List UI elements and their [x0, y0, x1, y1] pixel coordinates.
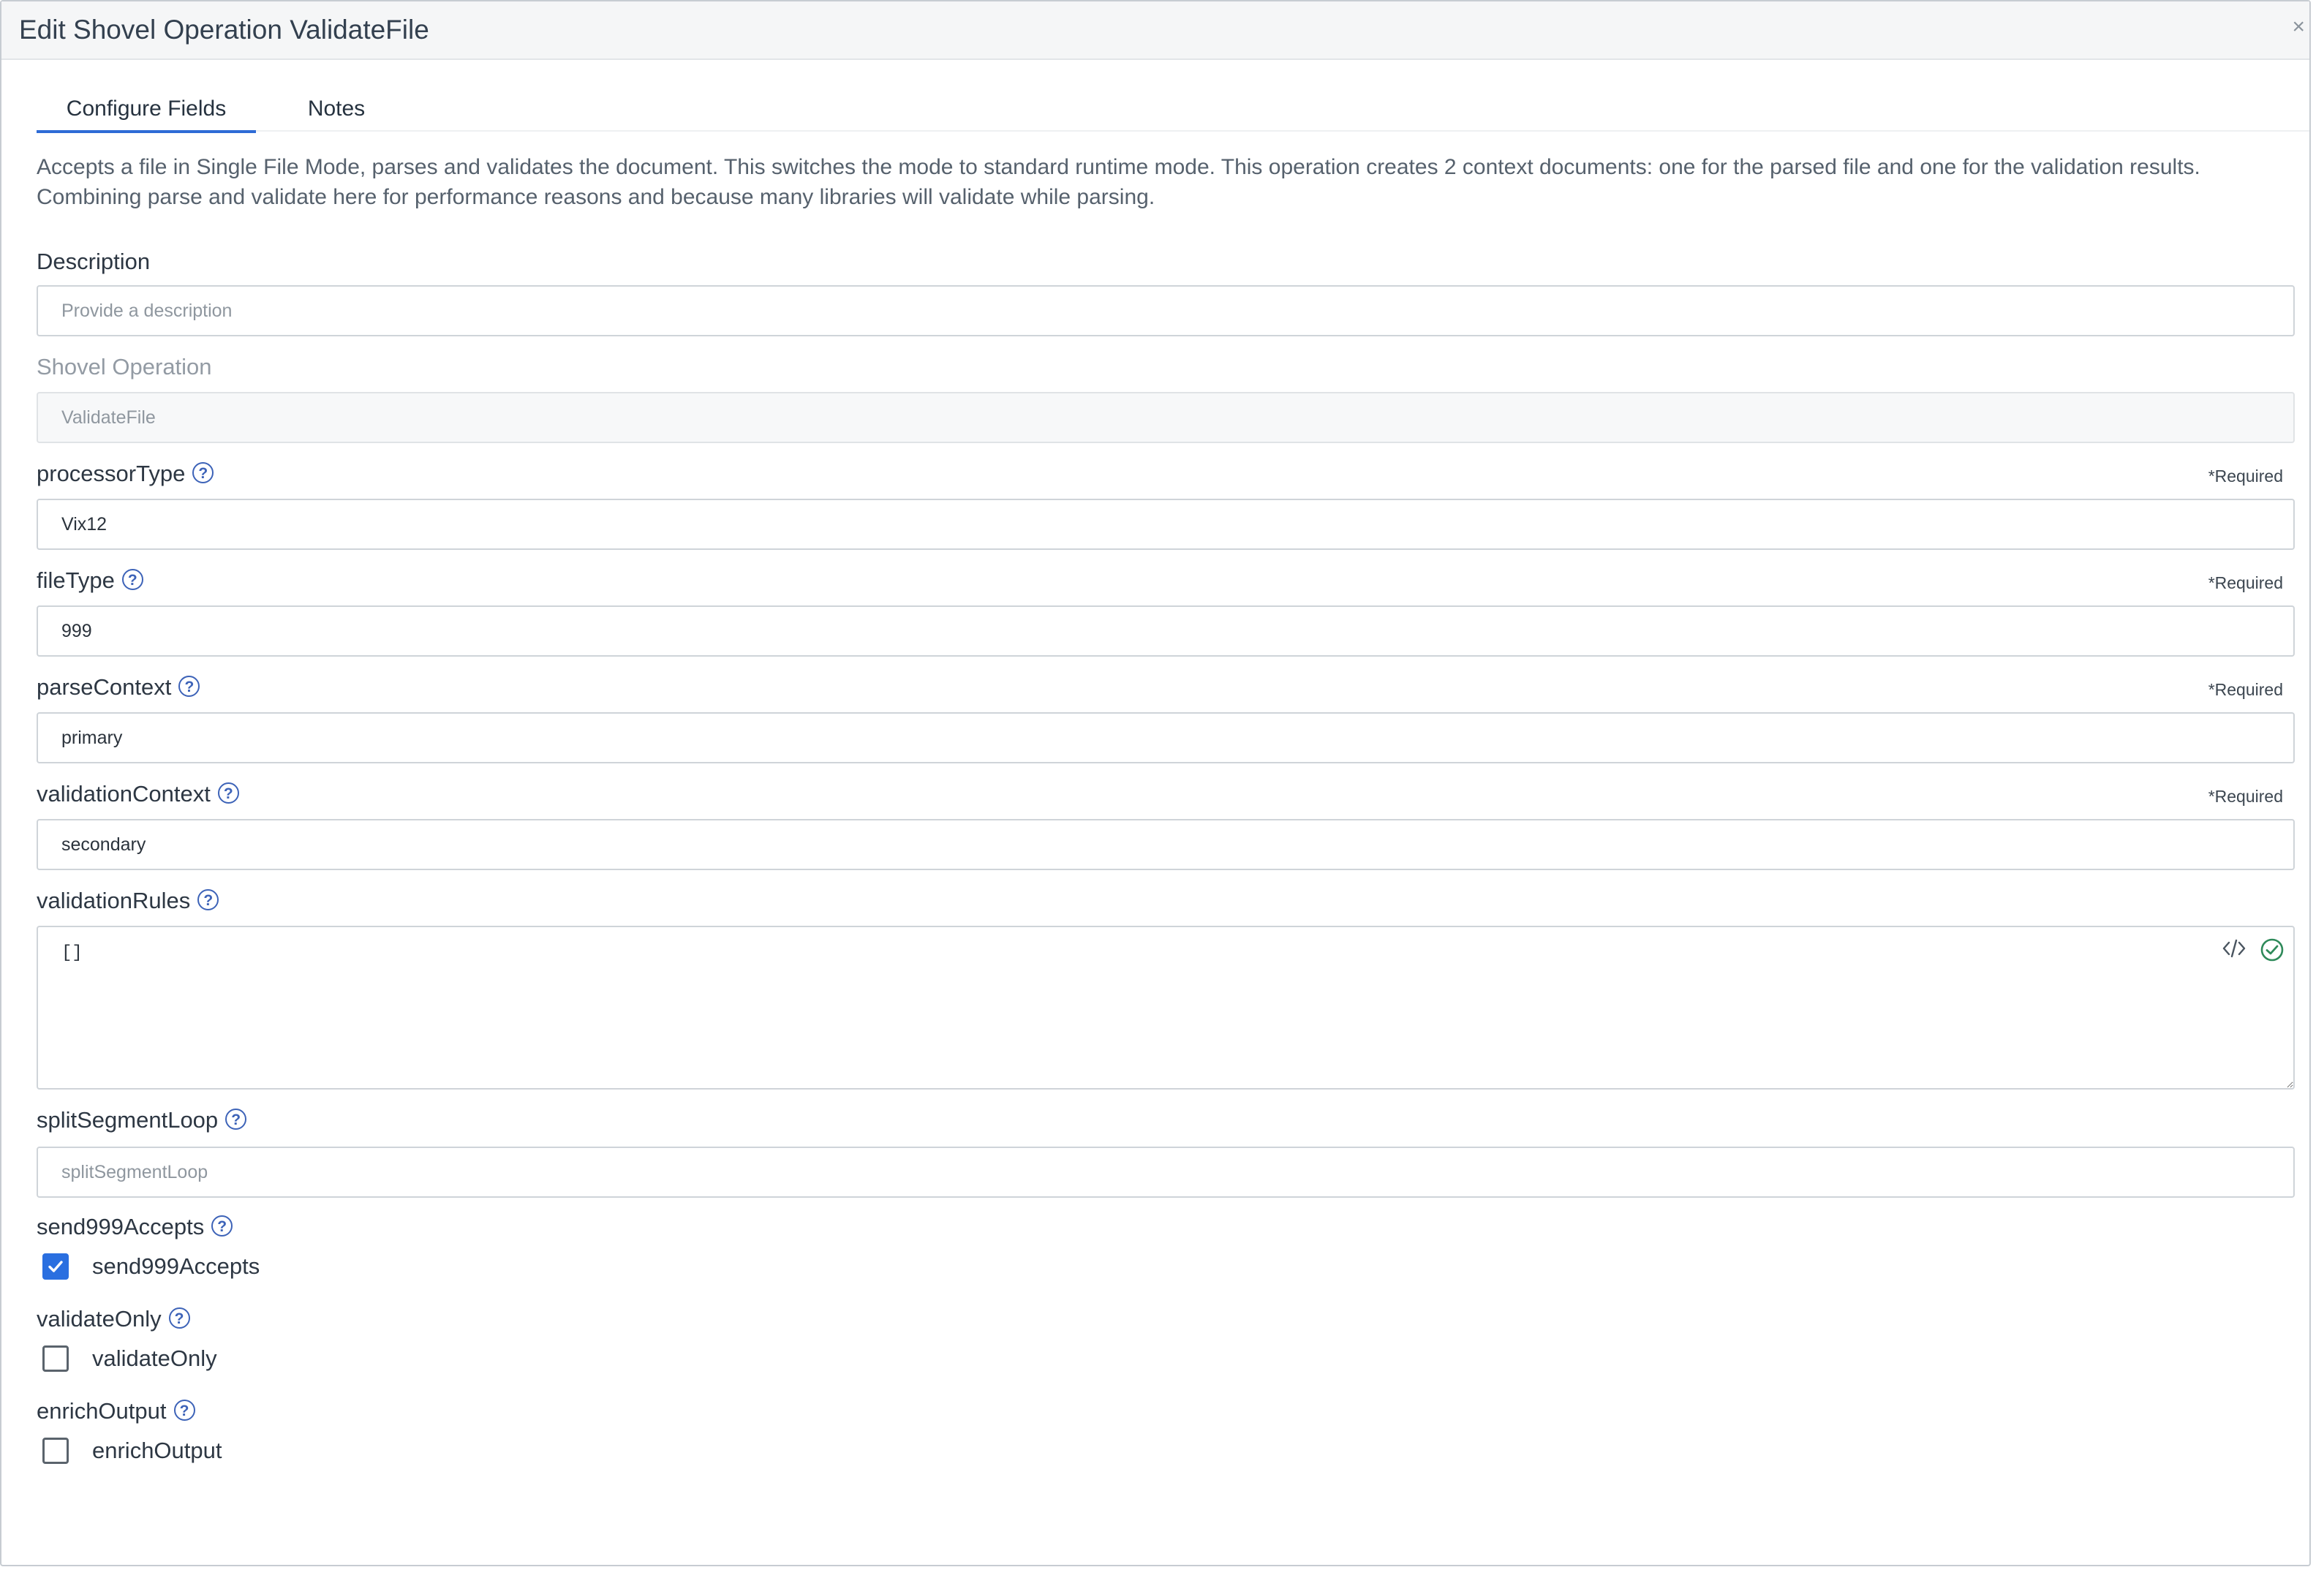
file-type-label-text: fileType	[37, 567, 115, 593]
edit-shovel-operation-dialog: Edit Shovel Operation ValidateFile × Con…	[0, 0, 2311, 1566]
validate-only-checkbox[interactable]	[42, 1345, 69, 1372]
help-icon[interactable]: ?	[197, 889, 219, 910]
validation-context-label: validationContext?	[37, 779, 239, 809]
split-segment-loop-label-text: splitSegmentLoop	[37, 1107, 219, 1133]
enrich-output-label: enrichOutput?	[37, 1397, 195, 1426]
validate-only-label-text: validateOnly	[37, 1306, 162, 1332]
send999accepts-label: send999Accepts?	[37, 1212, 233, 1242]
validate-only-label: validateOnly?	[37, 1305, 190, 1334]
description-input[interactable]	[37, 285, 2295, 336]
help-icon[interactable]: ?	[121, 569, 143, 590]
enrich-output-checkbox[interactable]	[42, 1438, 69, 1464]
parse-context-input[interactable]	[37, 712, 2295, 763]
help-icon[interactable]: ?	[217, 782, 239, 804]
shovel-operation-input	[37, 392, 2295, 443]
processor-type-required: *Required	[2208, 467, 2283, 486]
send999accepts-checkbox[interactable]	[42, 1253, 69, 1280]
validation-context-required: *Required	[2208, 787, 2283, 806]
parse-context-label: parseContext?	[37, 673, 200, 702]
enrich-output-label-text: enrichOutput	[37, 1398, 167, 1424]
split-segment-loop-label: splitSegmentLoop?	[37, 1106, 247, 1135]
validation-rules-editor[interactable]: []	[37, 926, 2295, 1090]
dialog-header: Edit Shovel Operation ValidateFile ×	[1, 1, 2309, 60]
parse-context-label-text: parseContext	[37, 674, 172, 700]
dialog-title: Edit Shovel Operation ValidateFile	[19, 15, 429, 45]
help-icon[interactable]: ?	[192, 462, 214, 483]
tab-bar: Configure Fields Notes	[37, 92, 2309, 133]
tab-configure-fields[interactable]: Configure Fields	[37, 92, 256, 133]
split-segment-loop-input[interactable]	[37, 1147, 2295, 1198]
file-type-input[interactable]	[37, 605, 2295, 657]
tab-notes[interactable]: Notes	[271, 92, 402, 130]
operation-description-text: Accepts a file in Single File Mode, pars…	[37, 155, 2200, 209]
code-icon[interactable]	[2222, 937, 2246, 963]
processor-type-label: processorType?	[37, 459, 214, 488]
help-icon[interactable]: ?	[178, 676, 200, 697]
valid-check-icon	[2260, 937, 2285, 966]
validate-only-checkbox-label[interactable]: validateOnly	[92, 1344, 217, 1373]
validation-rules-label: validationRules?	[37, 886, 219, 916]
shovel-operation-label: Shovel Operation	[37, 354, 212, 380]
help-icon[interactable]: ?	[168, 1307, 190, 1329]
description-label: Description	[37, 249, 151, 274]
processor-type-input[interactable]	[37, 499, 2295, 550]
help-icon[interactable]: ?	[211, 1215, 233, 1237]
validation-context-input[interactable]	[37, 819, 2295, 870]
help-icon[interactable]: ?	[173, 1400, 195, 1421]
validation-rules-label-text: validationRules	[37, 888, 191, 913]
file-type-required: *Required	[2208, 573, 2283, 592]
send999accepts-checkbox-label[interactable]: send999Accepts	[92, 1252, 260, 1281]
processor-type-label-text: processorType	[37, 461, 186, 486]
enrich-output-checkbox-label[interactable]: enrichOutput	[92, 1436, 222, 1465]
close-icon[interactable]: ×	[2292, 15, 2305, 39]
parse-context-required: *Required	[2208, 680, 2283, 699]
send999accepts-label-text: send999Accepts	[37, 1214, 205, 1239]
file-type-label: fileType?	[37, 566, 143, 595]
help-icon[interactable]: ?	[225, 1109, 247, 1130]
validation-context-label-text: validationContext	[37, 781, 211, 807]
